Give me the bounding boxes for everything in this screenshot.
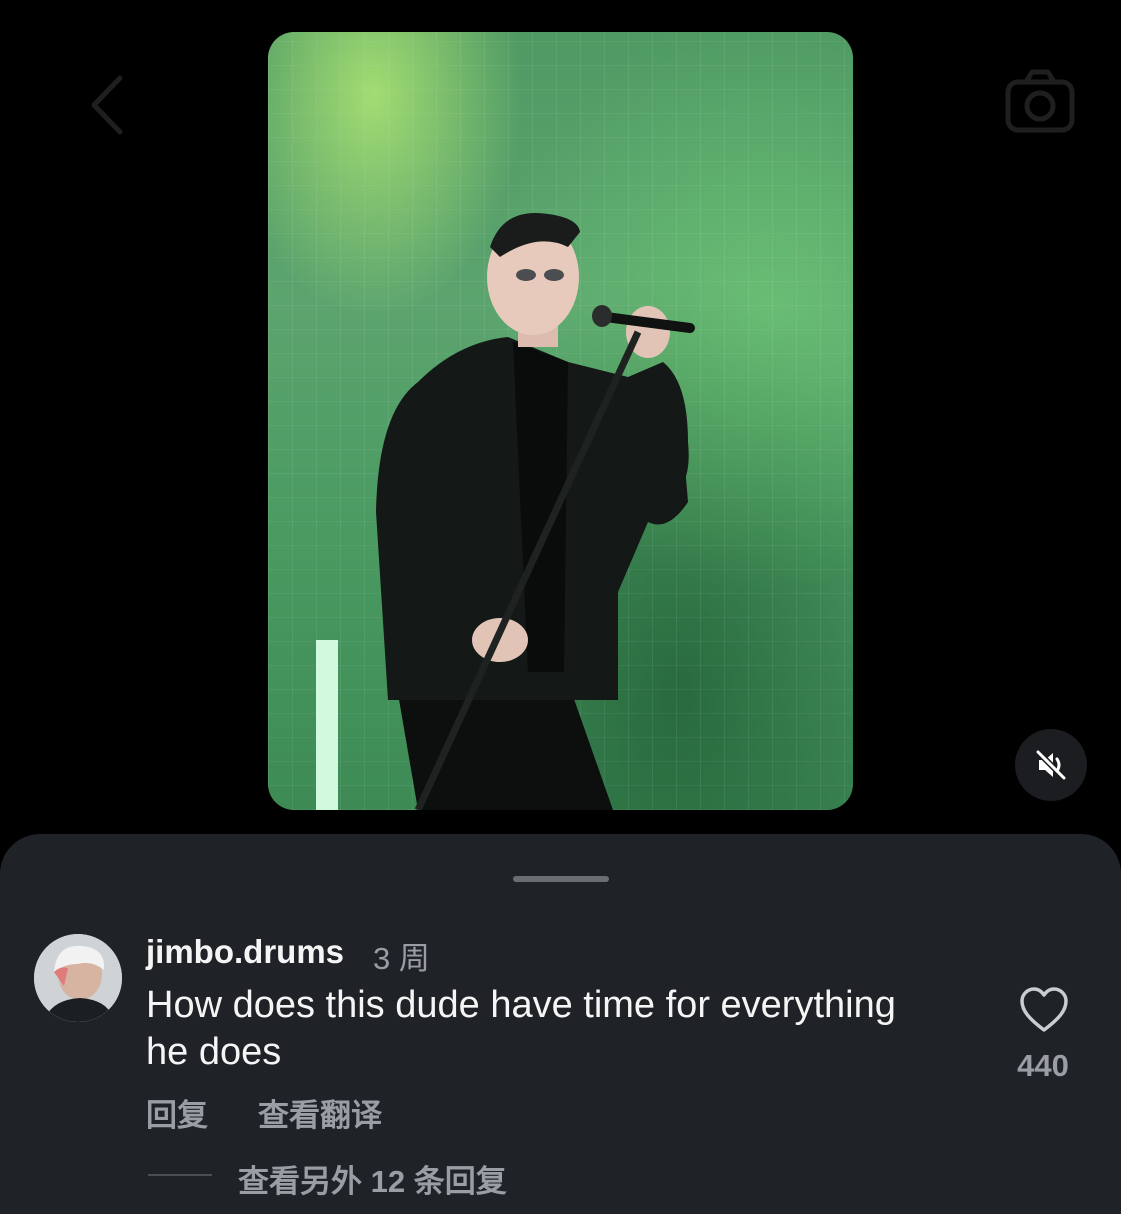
replies-divider — [148, 1174, 212, 1176]
comment-username[interactable]: jimbo.drums — [146, 933, 344, 971]
see-translation-button[interactable]: 查看翻译 — [258, 1090, 382, 1135]
view-more-replies-button[interactable]: 查看另外 12 条回复 — [238, 1156, 507, 1201]
sheet-grabber[interactable] — [513, 876, 609, 882]
speaker-muted-icon — [1035, 749, 1067, 781]
like-button[interactable] — [1018, 986, 1070, 1034]
comments-sheet: jimbo.drums 3 周 How does this dude have … — [0, 834, 1121, 1214]
mute-toggle-button[interactable] — [1015, 729, 1087, 801]
camera-icon — [1005, 69, 1075, 133]
like-count: 440 — [1017, 1048, 1069, 1083]
performer-photo — [316, 212, 695, 810]
back-button[interactable] — [80, 70, 140, 140]
comment-timestamp: 3 周 — [373, 941, 430, 976]
reply-button[interactable]: 回复 — [146, 1090, 208, 1135]
camera-button[interactable] — [1000, 62, 1080, 142]
user-avatar-image — [34, 934, 122, 1022]
post-media[interactable] — [268, 32, 853, 810]
comment-text: How does this dude have time for everyth… — [146, 984, 896, 1073]
heart-icon — [1020, 987, 1068, 1032]
chevron-left-icon — [91, 75, 123, 135]
avatar[interactable] — [34, 934, 122, 1022]
